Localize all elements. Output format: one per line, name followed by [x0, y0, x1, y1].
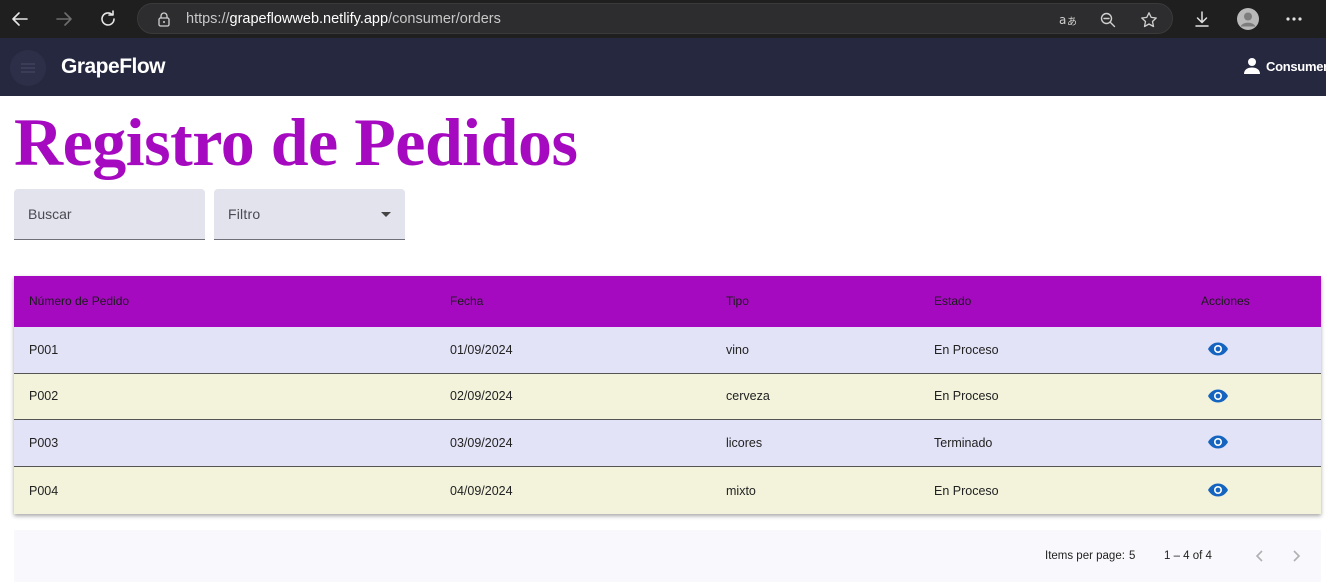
cell-date: 01/09/2024: [450, 343, 513, 357]
range-label: 1 – 4 of 4: [1164, 550, 1212, 562]
cell-type: mixto: [726, 484, 756, 498]
header-status[interactable]: Estado: [934, 294, 971, 308]
cell-status: En Proceso: [934, 484, 999, 498]
search-field[interactable]: [14, 189, 205, 240]
cell-order: P003: [29, 436, 59, 450]
table-row: P002 02/09/2024 cerveza En Proceso: [14, 374, 1321, 420]
cell-order: P002: [29, 389, 59, 403]
previous-page-button[interactable]: [1250, 546, 1270, 566]
profile-icon: [1237, 8, 1259, 30]
more-button[interactable]: [1282, 7, 1306, 31]
page-title: Registro de Pedidos: [14, 104, 578, 180]
star-icon: [1141, 12, 1157, 28]
zoom-icon: [1100, 12, 1116, 28]
eye-icon[interactable]: [1207, 342, 1229, 356]
read-aloud-button[interactable]: aあ: [1058, 10, 1078, 30]
brand-logo[interactable]: GrapeFlow: [61, 55, 166, 79]
arrow-left-icon: [12, 12, 28, 26]
reload-icon: [101, 10, 115, 26]
back-button[interactable]: [8, 7, 32, 31]
table-row: P003 03/09/2024 licores Terminado: [14, 420, 1321, 467]
eye-icon[interactable]: [1207, 435, 1229, 449]
arrow-right-icon: [56, 12, 72, 26]
header-order-number[interactable]: Número de Pedido: [29, 294, 129, 308]
cell-date: 03/09/2024: [450, 436, 513, 450]
cell-status: En Proceso: [934, 389, 999, 403]
menu-button[interactable]: [10, 50, 46, 86]
eye-icon[interactable]: [1207, 483, 1229, 497]
header-type[interactable]: Tipo: [726, 294, 749, 308]
cell-date: 02/09/2024: [450, 389, 513, 403]
download-icon: [1195, 11, 1209, 27]
cell-type: vino: [726, 343, 749, 357]
chevron-right-icon: [1293, 550, 1301, 562]
more-icon: [1286, 17, 1302, 21]
cell-status: En Proceso: [934, 343, 999, 357]
items-per-page-label: Items per page:: [1045, 550, 1125, 562]
browser-toolbar: https://grapeflowweb.netlify.app/consume…: [0, 0, 1326, 38]
svg-text:a: a: [1059, 13, 1066, 27]
app-toolbar: GrapeFlow Consumer: [0, 38, 1326, 96]
header-date[interactable]: Fecha: [450, 294, 483, 308]
url-host: grapeflowweb.netlify.app: [229, 11, 389, 27]
filter-label: Filtro: [228, 206, 261, 222]
table-row: P001 01/09/2024 vino En Proceso: [14, 327, 1321, 374]
cell-order: P001: [29, 343, 59, 357]
reload-button[interactable]: [96, 7, 120, 31]
user-menu[interactable]: Consumer: [1243, 57, 1326, 75]
cell-status: Terminado: [934, 436, 993, 450]
cell-date: 04/09/2024: [450, 484, 513, 498]
read-aloud-icon: aあ: [1059, 13, 1077, 28]
orders-table: Número de Pedido Fecha Tipo Estado Accio…: [14, 276, 1321, 514]
forward-button[interactable]: [52, 7, 76, 31]
address-bar[interactable]: https://grapeflowweb.netlify.app/consume…: [137, 3, 1173, 34]
search-input[interactable]: [14, 189, 205, 239]
user-icon: [1244, 58, 1260, 74]
items-per-page-select[interactable]: 5: [1129, 550, 1135, 562]
menu-icon: [21, 63, 35, 73]
filter-select[interactable]: Filtro: [214, 189, 405, 240]
profile-button[interactable]: [1236, 7, 1260, 31]
favorite-button[interactable]: [1139, 10, 1159, 30]
url-prefix: https://: [186, 11, 230, 27]
header-actions: Acciones: [1201, 294, 1250, 308]
url-path: /consumer/orders: [388, 11, 501, 27]
chevron-left-icon: [1255, 550, 1263, 562]
next-page-button[interactable]: [1286, 546, 1306, 566]
paginator: Items per page: 5 1 – 4 of 4: [14, 530, 1321, 582]
cell-type: licores: [726, 436, 763, 450]
svg-text:あ: あ: [1067, 16, 1077, 28]
user-name: Consumer: [1266, 58, 1326, 74]
download-button[interactable]: [1190, 7, 1214, 31]
cell-order: P004: [29, 484, 59, 498]
lock-icon: [158, 12, 170, 27]
table-row: P004 04/09/2024 mixto En Proceso: [14, 467, 1321, 514]
dropdown-arrow-icon: [381, 212, 391, 217]
zoom-button[interactable]: [1098, 10, 1118, 30]
table-header: Número de Pedido Fecha Tipo Estado Accio…: [14, 276, 1321, 327]
cell-type: cerveza: [726, 389, 770, 403]
url-text: https://grapeflowweb.netlify.app/consume…: [186, 11, 501, 27]
eye-icon[interactable]: [1207, 389, 1229, 403]
